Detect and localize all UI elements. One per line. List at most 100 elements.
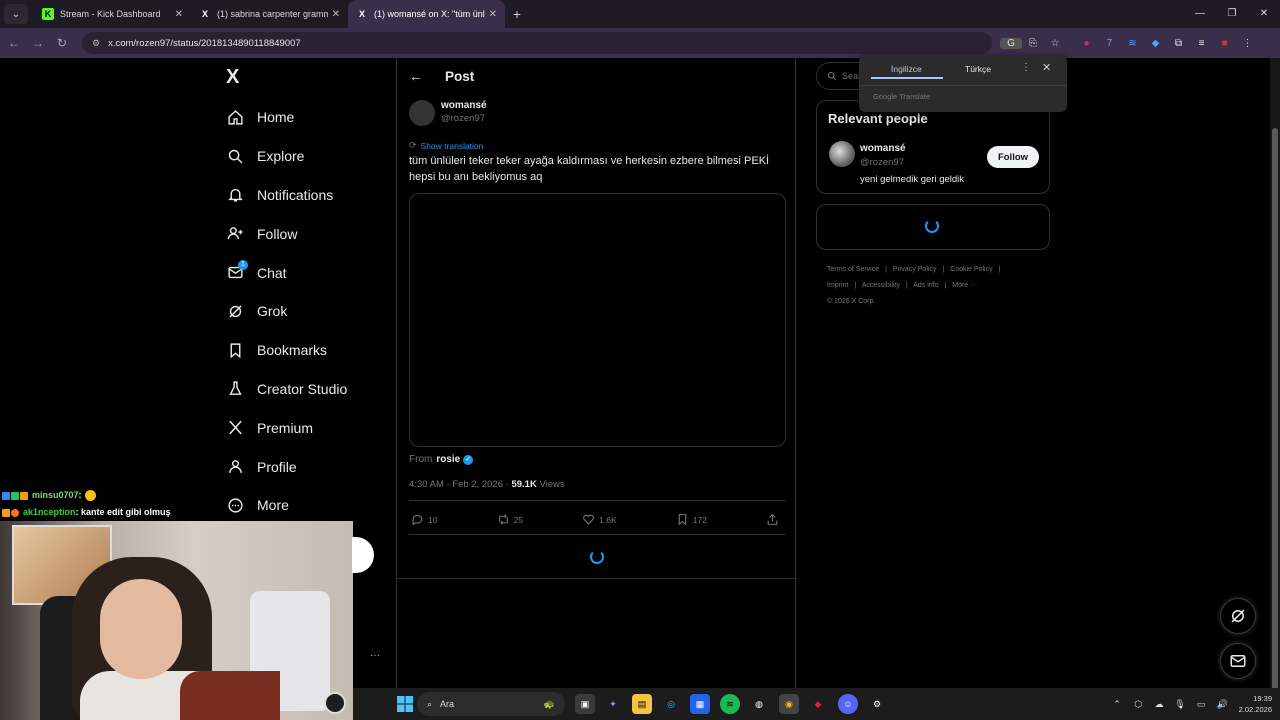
url-field[interactable]: ⚙ x.com/rozen97/status/20181348901188490…	[82, 32, 992, 54]
author-name[interactable]: womansé	[441, 100, 487, 111]
obs-icon[interactable]	[324, 692, 346, 714]
badge-icon	[11, 508, 19, 517]
edge-icon[interactable]: ◎	[661, 694, 681, 714]
store-icon[interactable]: ▦	[690, 694, 710, 714]
tab-close-icon[interactable]: ✕	[175, 9, 183, 20]
grok-fab-button[interactable]	[1220, 598, 1256, 634]
repost-button[interactable]: 25	[497, 513, 523, 526]
sidebar-item-follow[interactable]: Follow	[226, 214, 347, 253]
translate-icon[interactable]: G	[1000, 37, 1022, 49]
sidebar-item-premium[interactable]: Premium	[226, 408, 347, 447]
sidebar-item-grok[interactable]: Grok	[226, 292, 347, 331]
avatar[interactable]	[409, 100, 435, 126]
post-author[interactable]: womansé @rozen97	[409, 100, 487, 126]
footer-more-link[interactable]: More ···	[952, 282, 977, 289]
tray-chevron-icon[interactable]: ⌃	[1107, 699, 1128, 710]
sidebar-item-notifications[interactable]: Notifications	[226, 176, 347, 215]
volume-icon[interactable]: 🔊	[1212, 699, 1233, 710]
author-handle[interactable]: @rozen97	[441, 113, 487, 124]
discord-icon[interactable]: ☺	[838, 694, 858, 714]
minimize-icon[interactable]: —	[1184, 0, 1216, 28]
new-tab-button[interactable]: +	[505, 6, 529, 22]
x-logo[interactable]: X	[226, 66, 239, 89]
more-options-icon[interactable]: ⋮	[1021, 62, 1031, 73]
footer-link[interactable]: Privacy Policy	[893, 266, 937, 273]
messages-fab-button[interactable]	[1220, 643, 1256, 679]
avatar[interactable]	[829, 141, 855, 167]
task-view-icon[interactable]: ▣	[575, 694, 595, 714]
bookmark-star-icon[interactable]: ☆	[1044, 38, 1066, 49]
sidebar-item-more[interactable]: More	[226, 486, 347, 525]
taskbar-clock[interactable]: 19:39 2.02.2026	[1239, 693, 1272, 715]
extension-red-icon[interactable]: ●	[1075, 38, 1098, 49]
extensions-puzzle-icon[interactable]: ⧉	[1167, 38, 1190, 49]
forward-nav-icon[interactable]: →	[26, 36, 50, 50]
from-user-link[interactable]: rosie	[436, 454, 460, 465]
tab-search-button[interactable]: ⌄	[4, 4, 28, 24]
reply-button[interactable]: 10	[411, 513, 437, 526]
onedrive-icon[interactable]: ☁	[1149, 699, 1170, 710]
taskbar-search[interactable]: ⌕ Ara 🐢	[417, 692, 565, 716]
repost-count: 25	[513, 514, 524, 525]
tab-sabrina-search[interactable]: X (1) sabrina carpenter grammy - ✕	[191, 0, 348, 28]
tab-close-icon[interactable]: ✕	[332, 9, 340, 20]
back-arrow-icon[interactable]: ←	[409, 68, 423, 84]
spotify-icon[interactable]: ≋	[720, 694, 740, 714]
profile-avatar-icon[interactable]: ■	[1213, 38, 1236, 49]
page-scrollbar[interactable]	[1270, 58, 1280, 700]
tray-shield-icon[interactable]: ⬡	[1128, 699, 1149, 710]
tab-close-icon[interactable]: ✕	[489, 9, 497, 20]
follow-button[interactable]: Follow	[987, 146, 1039, 168]
post-timestamp[interactable]: 4:30 AM · Feb 2, 2026 ·	[409, 479, 511, 490]
person-icon	[226, 458, 244, 476]
bookmark-button[interactable]: 172	[676, 513, 707, 526]
file-explorer-icon[interactable]: ▤	[632, 694, 652, 714]
reload-icon[interactable]: ↻	[50, 36, 74, 50]
post-media[interactable]	[409, 193, 786, 447]
app-red-icon[interactable]: ◆	[808, 694, 828, 714]
settings-gear-icon[interactable]: ⚙	[867, 694, 887, 714]
translate-source-tab[interactable]: İngilizce	[891, 64, 922, 74]
copilot-icon[interactable]: ✦	[603, 694, 623, 714]
overlay-more-icon[interactable]: ···	[370, 650, 380, 661]
person-name[interactable]: womansé	[860, 143, 906, 154]
close-window-icon[interactable]: ✕	[1248, 0, 1280, 28]
sidebar-item-home[interactable]: Home	[226, 98, 347, 137]
install-app-icon[interactable]: ⎘	[1022, 38, 1044, 49]
footer-link[interactable]: Accessibility	[862, 282, 900, 289]
badge-icon	[2, 508, 10, 517]
footer-link[interactable]: Cookie Policy	[950, 266, 992, 273]
media-controls-icon[interactable]: ≡	[1190, 38, 1213, 49]
sidebar-item-bookmarks[interactable]: Bookmarks	[226, 331, 347, 370]
steam-icon[interactable]: ◍	[749, 694, 769, 714]
person-handle[interactable]: @rozen97	[860, 157, 904, 168]
translate-target-tab[interactable]: Türkçe	[965, 64, 991, 74]
page-title: Post	[445, 68, 475, 84]
scrollbar-thumb[interactable]	[1272, 128, 1278, 700]
extension-translate-icon[interactable]: 7	[1098, 38, 1121, 49]
show-translation-link[interactable]: ⟳ Show translation	[409, 140, 483, 151]
extension-wave-icon[interactable]: ≋	[1121, 38, 1144, 49]
footer-link[interactable]: Terms of Service	[827, 266, 879, 273]
footer-link[interactable]: Imprint	[827, 282, 848, 289]
microphone-icon[interactable]: 🎙	[1170, 699, 1191, 710]
close-icon[interactable]: ✕	[1042, 61, 1051, 74]
footer-link[interactable]: Ads info	[913, 282, 938, 289]
sidebar-item-profile[interactable]: Profile	[226, 447, 347, 486]
chrome-icon[interactable]: ◉	[779, 694, 799, 714]
extension-shield-icon[interactable]: ◆	[1144, 38, 1167, 49]
browser-menu-icon[interactable]: ⋮	[1236, 38, 1259, 49]
bookmark-icon	[226, 341, 244, 359]
restore-icon[interactable]: ❐	[1216, 0, 1248, 28]
back-nav-icon[interactable]: ←	[2, 36, 26, 50]
like-button[interactable]: 1.6K	[582, 513, 617, 526]
start-windows-icon[interactable]	[395, 694, 415, 714]
tab-current-post[interactable]: X (1) womansé on X: "tüm ünlüle ✕	[348, 0, 505, 28]
tab-kick-dashboard[interactable]: K Stream - Kick Dashboard ✕	[34, 0, 191, 28]
share-button[interactable]	[766, 513, 783, 526]
sidebar-item-creator-studio[interactable]: Creator Studio	[226, 370, 347, 409]
sidebar-item-chat[interactable]: 1 Chat	[226, 253, 347, 292]
network-icon[interactable]: ▭	[1191, 699, 1212, 710]
site-info-icon[interactable]: ⚙	[92, 38, 100, 49]
sidebar-item-explore[interactable]: Explore	[226, 137, 347, 176]
